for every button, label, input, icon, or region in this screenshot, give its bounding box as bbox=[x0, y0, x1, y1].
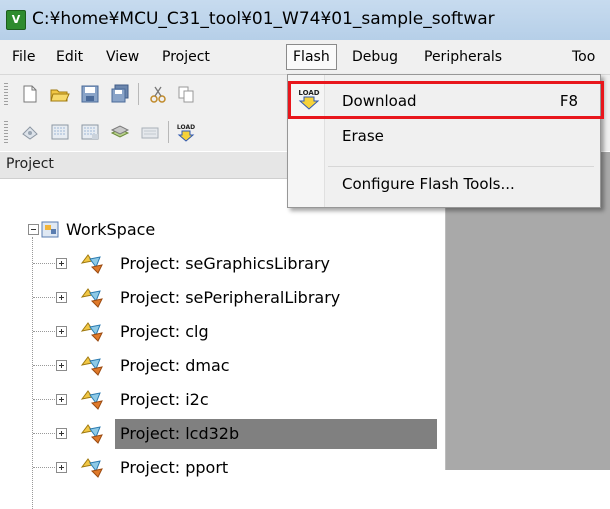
save-icon[interactable] bbox=[80, 84, 100, 104]
project-tree: WorkSpace Project: seGraphicsLibrary Pro… bbox=[0, 179, 446, 509]
project-icon bbox=[80, 458, 103, 478]
tree-item-label: Project: clg bbox=[120, 322, 209, 341]
toolbar-grip[interactable] bbox=[4, 121, 8, 143]
translate-icon[interactable] bbox=[20, 122, 40, 142]
tree-item-label: Project: lcd32b bbox=[120, 424, 240, 443]
tree-root-workspace[interactable]: WorkSpace bbox=[0, 215, 300, 245]
open-folder-icon[interactable] bbox=[50, 84, 70, 104]
tree-connector bbox=[33, 365, 55, 366]
collapse-icon[interactable] bbox=[28, 224, 39, 235]
tree-item-label: Project: sePeripheralLibrary bbox=[120, 288, 341, 307]
load-icon[interactable]: LOAD bbox=[176, 122, 196, 142]
tree-item-project[interactable]: Project: clg bbox=[0, 317, 445, 347]
cut-icon[interactable] bbox=[148, 84, 168, 104]
menu-debug[interactable]: Debug bbox=[352, 49, 398, 65]
tree-item-project[interactable]: Project: pport bbox=[0, 453, 445, 483]
tree-item-project-selected[interactable]: Project: lcd32b bbox=[0, 419, 445, 449]
save-all-icon[interactable] bbox=[110, 84, 130, 104]
expand-icon[interactable] bbox=[56, 326, 67, 337]
workspace-icon bbox=[41, 221, 59, 238]
svg-text:LOAD: LOAD bbox=[177, 124, 195, 131]
project-icon bbox=[80, 288, 103, 308]
app-icon: V bbox=[6, 10, 26, 30]
tree-connector bbox=[33, 433, 55, 434]
project-icon bbox=[80, 390, 103, 410]
batch-build-icon[interactable] bbox=[110, 122, 130, 142]
menu-project[interactable]: Project bbox=[162, 49, 210, 65]
tree-connector bbox=[33, 399, 55, 400]
expand-icon[interactable] bbox=[56, 258, 67, 269]
menu-bar: File Edit View Project Flash Debug Perip… bbox=[0, 40, 610, 75]
menu-edit[interactable]: Edit bbox=[56, 49, 83, 65]
expand-icon[interactable] bbox=[56, 394, 67, 405]
menu-flash[interactable]: Flash bbox=[286, 44, 337, 70]
expand-icon[interactable] bbox=[56, 360, 67, 371]
tree-item-label: Project: pport bbox=[120, 458, 229, 477]
tree-item-label: Project: i2c bbox=[120, 390, 209, 409]
tree-connector bbox=[33, 263, 55, 264]
project-icon bbox=[80, 424, 103, 444]
tree-root-label: WorkSpace bbox=[66, 220, 156, 239]
annotation-highlight-box bbox=[288, 81, 604, 119]
project-icon bbox=[80, 322, 103, 342]
copy-icon[interactable] bbox=[176, 84, 196, 104]
toolbar-separator bbox=[138, 83, 139, 105]
tree-connector bbox=[33, 297, 55, 298]
menu-separator bbox=[328, 166, 594, 167]
tree-connector bbox=[33, 331, 55, 332]
tree-item-project[interactable]: Project: sePeripheralLibrary bbox=[0, 283, 445, 313]
build-icon[interactable] bbox=[50, 122, 70, 142]
tree-item-label: Project: seGraphicsLibrary bbox=[120, 254, 330, 273]
menu-peripherals[interactable]: Peripherals bbox=[424, 49, 502, 65]
tree-item-label: Project: dmac bbox=[120, 356, 230, 375]
menu-item-erase[interactable]: Erase bbox=[288, 123, 600, 153]
project-icon bbox=[80, 254, 103, 274]
menu-view[interactable]: View bbox=[106, 49, 139, 65]
menu-file[interactable]: File bbox=[12, 49, 35, 65]
tree-connector bbox=[33, 467, 55, 468]
menu-item-configure-flash-tools[interactable]: Configure Flash Tools... bbox=[288, 173, 600, 203]
menu-item-label: Erase bbox=[342, 127, 384, 145]
menu-item-label: Configure Flash Tools... bbox=[342, 175, 515, 193]
expand-icon[interactable] bbox=[56, 292, 67, 303]
stop-build-icon[interactable] bbox=[140, 122, 160, 142]
project-panel-title: Project bbox=[6, 156, 54, 172]
expand-icon[interactable] bbox=[56, 428, 67, 439]
tree-item-project[interactable]: Project: i2c bbox=[0, 385, 445, 415]
window-title: C:¥home¥MCU_C31_tool¥01_W74¥01_sample_so… bbox=[32, 9, 495, 29]
title-bar: V C:¥home¥MCU_C31_tool¥01_W74¥01_sample_… bbox=[0, 0, 610, 40]
project-icon bbox=[80, 356, 103, 376]
rebuild-icon[interactable] bbox=[80, 122, 100, 142]
toolbar-grip[interactable] bbox=[4, 83, 8, 105]
menu-tools[interactable]: Too bbox=[572, 49, 595, 65]
new-file-icon[interactable] bbox=[20, 84, 40, 104]
tree-item-project[interactable]: Project: seGraphicsLibrary bbox=[0, 249, 445, 279]
expand-icon[interactable] bbox=[56, 462, 67, 473]
toolbar-separator bbox=[168, 121, 169, 143]
tree-item-project[interactable]: Project: dmac bbox=[0, 351, 445, 381]
